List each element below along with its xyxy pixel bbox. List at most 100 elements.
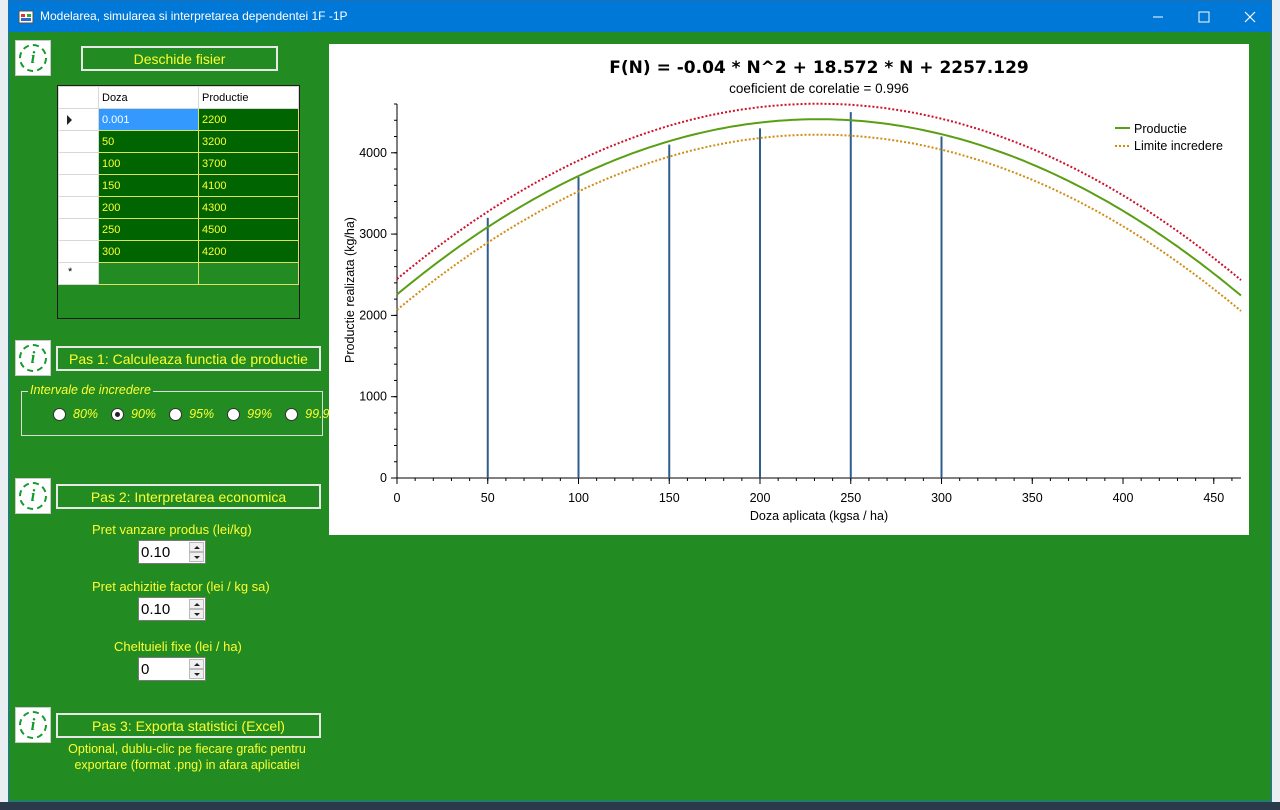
table-new-row[interactable]: *	[58, 262, 299, 285]
cell-doza[interactable]: 0.001	[98, 108, 199, 131]
cell-productie[interactable]: 3200	[198, 130, 299, 153]
x-tick-label: 250	[840, 491, 861, 505]
x-axis-label: Doza aplicata (kgsa / ha)	[750, 509, 888, 523]
row-header[interactable]	[58, 130, 99, 153]
row-header[interactable]	[58, 218, 99, 241]
cell-new-doza[interactable]	[98, 262, 199, 285]
background-window-edge-right	[1272, 0, 1280, 810]
column-header-productie[interactable]: Productie	[198, 86, 299, 109]
stepper-down-button[interactable]	[189, 552, 204, 562]
table-row[interactable]: 50 3200	[58, 130, 299, 153]
info-icon: i	[19, 482, 47, 510]
info-button-step2[interactable]: i	[15, 478, 51, 514]
cell-productie[interactable]: 4500	[198, 218, 299, 241]
radio-circle-icon	[227, 407, 241, 421]
stepper-down-button[interactable]	[189, 609, 204, 619]
info-icon: i	[19, 44, 47, 72]
legend-label-limite: Limite incredere	[1134, 139, 1223, 153]
cell-productie[interactable]: 2200	[198, 108, 299, 131]
title-bar[interactable]: Modelarea, simularea si interpretarea de…	[9, 1, 1271, 32]
y-tick-label: 3000	[359, 227, 387, 241]
table-row[interactable]: 200 4300	[58, 196, 299, 219]
production-chart[interactable]: F(N) = -0.04 * N^2 + 18.572 * N + 2257.1…	[329, 44, 1249, 535]
cell-productie[interactable]: 3700	[198, 152, 299, 175]
cell-doza[interactable]: 100	[98, 152, 199, 175]
x-tick-label: 150	[659, 491, 680, 505]
radio-99[interactable]: 99%	[227, 407, 272, 421]
close-button[interactable]	[1227, 1, 1273, 32]
info-button-step1[interactable]: i	[15, 340, 51, 376]
table-row[interactable]: 0.001 2200	[58, 108, 299, 131]
chevron-up-icon	[193, 602, 200, 606]
fixed-costs-value[interactable]: 0	[141, 661, 149, 678]
stepper-arrows	[189, 659, 204, 679]
current-row-icon	[67, 115, 72, 125]
radio-label: 80%	[73, 407, 99, 421]
cell-new-productie[interactable]	[198, 262, 299, 285]
grid-corner-header	[58, 86, 99, 109]
x-tick-label: 300	[931, 491, 952, 505]
taskbar	[0, 802, 1280, 810]
column-header-doza[interactable]: Doza	[98, 86, 199, 109]
production-function-curve	[396, 118, 1242, 297]
table-row[interactable]: 100 3700	[58, 152, 299, 175]
cell-doza[interactable]: 150	[98, 174, 199, 197]
factor-price-label: Pret achizitie factor (lei / kg sa)	[92, 579, 270, 594]
factor-price-stepper[interactable]: 0.10	[138, 597, 206, 621]
row-header[interactable]	[58, 108, 99, 131]
maximize-button[interactable]	[1181, 1, 1227, 32]
factor-price-value[interactable]: 0.10	[141, 601, 170, 618]
table-row[interactable]: 300 4200	[58, 240, 299, 263]
radio-95[interactable]: 95%	[169, 407, 214, 421]
calculate-function-button[interactable]: Pas 1: Calculeaza functia de productie	[56, 346, 321, 371]
row-header[interactable]	[58, 240, 99, 263]
chart-legend[interactable]: Productie Limite incredere	[1115, 122, 1223, 153]
x-tick-label: 50	[481, 491, 495, 505]
sale-price-stepper[interactable]: 0.10	[138, 540, 206, 564]
production-chart-panel[interactable]: F(N) = -0.04 * N^2 + 18.572 * N + 2257.1…	[329, 44, 1249, 535]
row-header-new[interactable]: *	[58, 262, 99, 285]
minimize-button[interactable]	[1135, 1, 1181, 32]
stepper-up-button[interactable]	[189, 542, 204, 552]
sale-price-value[interactable]: 0.10	[141, 544, 170, 561]
cell-doza[interactable]: 50	[98, 130, 199, 153]
x-tick-label: 0	[394, 491, 401, 505]
fixed-costs-label: Cheltuieli fixe (lei / ha)	[114, 639, 242, 654]
stepper-down-button[interactable]	[189, 669, 204, 679]
row-header[interactable]	[58, 196, 99, 219]
info-button-step3[interactable]: i	[15, 707, 51, 743]
stepper-up-button[interactable]	[189, 659, 204, 669]
x-tick-label: 450	[1203, 491, 1224, 505]
radio-80[interactable]: 80%	[53, 407, 98, 421]
cell-productie[interactable]: 4100	[198, 174, 299, 197]
table-row[interactable]: 150 4100	[58, 174, 299, 197]
sale-price-label: Pret vanzare produs (lei/kg)	[92, 522, 252, 537]
stepper-up-button[interactable]	[189, 599, 204, 609]
radio-90[interactable]: 90%	[111, 407, 156, 421]
y-axis-label: Productie realizata (kg/ha)	[343, 217, 357, 363]
x-tick-label: 350	[1022, 491, 1043, 505]
x-tick-label: 200	[750, 491, 771, 505]
info-icon: i	[19, 711, 47, 739]
stepper-arrows	[189, 599, 204, 619]
radio-label: 95%	[189, 407, 215, 421]
table-row[interactable]: 250 4500	[58, 218, 299, 241]
cell-doza[interactable]: 250	[98, 218, 199, 241]
info-button-file[interactable]: i	[15, 40, 51, 76]
open-file-button[interactable]: Deschide fisier	[81, 46, 278, 71]
cell-productie[interactable]: 4300	[198, 196, 299, 219]
fixed-costs-stepper[interactable]: 0	[138, 657, 206, 681]
cell-doza[interactable]: 200	[98, 196, 199, 219]
chevron-up-icon	[193, 662, 200, 666]
cell-doza[interactable]: 300	[98, 240, 199, 263]
export-statistics-button[interactable]: Pas 3: Exporta statistici (Excel)	[56, 713, 321, 738]
economic-interpretation-button[interactable]: Pas 2: Interpretarea economica	[56, 484, 321, 509]
cell-productie[interactable]: 4200	[198, 240, 299, 263]
row-header[interactable]	[58, 174, 99, 197]
row-header[interactable]	[58, 152, 99, 175]
minimize-icon	[1153, 16, 1163, 17]
maximize-icon	[1198, 11, 1210, 22]
data-grid[interactable]: Doza Productie 0.001 2200 50 3200 100 37…	[57, 85, 300, 319]
y-tick-label: 0	[380, 471, 387, 485]
chevron-down-icon	[193, 555, 200, 559]
